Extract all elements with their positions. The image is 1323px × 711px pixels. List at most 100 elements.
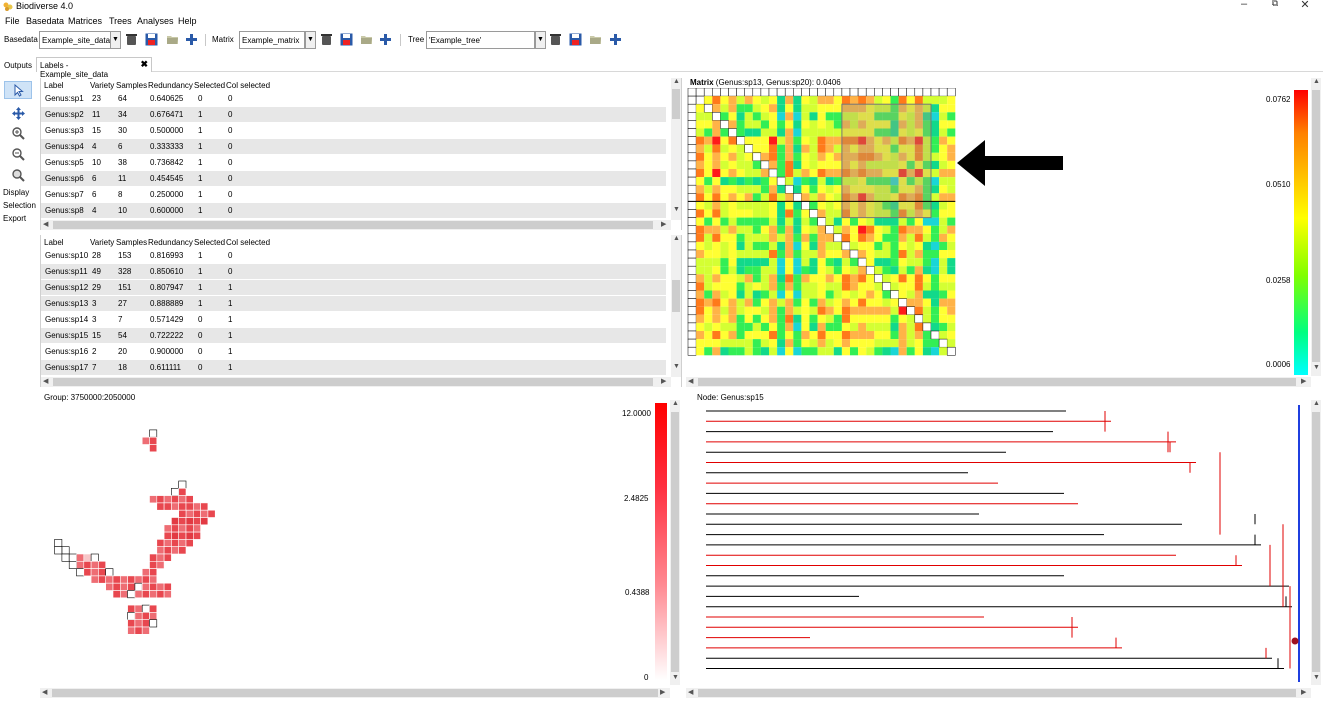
map-cell[interactable] [134,575,143,584]
dendrogram[interactable] [700,400,1305,685]
matrix-cell[interactable] [809,339,818,348]
map-vertical-scrollbar[interactable]: ▲ ▼ [670,400,680,685]
matrix-cell[interactable] [874,290,883,299]
matrix-cell[interactable] [776,176,786,186]
matrix-cell[interactable] [777,225,786,234]
matrix-cell[interactable] [817,225,826,234]
matrix-cell[interactable] [809,331,818,340]
matrix-cell[interactable] [947,331,956,340]
matrix-cell[interactable] [858,225,867,234]
matrix-cell[interactable] [809,322,818,331]
matrix-cell[interactable] [939,233,948,242]
matrix-cell[interactable] [890,290,899,299]
matrix-cell[interactable] [841,331,850,340]
matrix-cell[interactable] [914,274,923,283]
matrix-cell[interactable] [850,241,859,250]
matrix-cell[interactable] [809,282,818,291]
matrix-cell[interactable] [906,88,916,97]
matrix-cell[interactable] [728,128,737,137]
matrix-cell[interactable] [793,120,802,129]
matrix-cell[interactable] [865,88,875,97]
map-cell[interactable] [141,575,150,584]
matrix-cell[interactable] [777,274,786,283]
matrix-cell[interactable] [752,185,761,194]
matrix-cell[interactable] [704,322,713,331]
matrix-cell[interactable] [922,306,931,315]
matrix-cell[interactable] [801,339,810,348]
matrix-cell[interactable] [809,177,818,186]
matrix-cell[interactable] [728,209,737,218]
matrix-cell[interactable] [898,250,907,259]
matrix-cell[interactable] [801,104,810,113]
matrix-cell[interactable] [914,88,924,97]
matrix-cell[interactable] [947,96,956,105]
matrix-cell[interactable] [704,217,713,226]
matrix-cell[interactable] [752,144,761,153]
matrix-cell[interactable] [939,201,948,210]
matrix-cell[interactable] [833,266,842,275]
matrix-cell[interactable] [777,160,786,169]
matrix-cell[interactable] [793,258,802,267]
matrix-cell[interactable] [931,298,940,307]
matrix-cell[interactable] [760,250,769,259]
matrix-cell[interactable] [687,128,697,137]
matrix-cell[interactable] [744,331,753,340]
matrix-cell[interactable] [736,306,745,315]
matrix-cell[interactable] [841,241,851,251]
matrix-cell[interactable] [728,104,737,113]
matrix-cell[interactable] [736,185,745,194]
matrix-cell[interactable] [744,152,753,161]
matrix-cell[interactable] [769,290,778,299]
matrix-cell[interactable] [809,225,818,234]
map-cell[interactable] [112,590,121,599]
add-icon[interactable] [379,33,392,46]
matrix-cell[interactable] [825,306,834,315]
matrix-cell[interactable] [809,136,818,145]
table-row[interactable]: Genus:sp2 11 34 0.676471 1 0 [41,107,666,122]
matrix-cell[interactable] [939,128,948,137]
matrix-cell[interactable] [914,331,923,340]
matrix-cell[interactable] [744,96,753,105]
map-cell[interactable] [185,495,194,504]
matrix-cell[interactable] [947,112,956,121]
matrix-cell[interactable] [947,314,956,323]
matrix-cell[interactable] [939,225,948,234]
matrix-cell[interactable] [833,209,842,218]
matrix-cell[interactable] [858,322,867,331]
matrix-cell[interactable] [785,274,794,283]
matrix-cell[interactable] [793,250,802,259]
matrix-cell[interactable] [841,250,850,259]
matrix-cell[interactable] [793,144,802,153]
matrix-cell[interactable] [898,274,907,283]
matrix-cell[interactable] [696,274,705,283]
matrix-cell[interactable] [769,152,778,161]
matrix-cell[interactable] [760,177,769,186]
matrix-cell[interactable] [712,193,721,202]
matrix-cell[interactable] [850,347,859,356]
matrix-cell[interactable] [931,169,940,178]
matrix-cell[interactable] [890,274,899,283]
matrix-cell[interactable] [785,209,794,218]
matrix-cell[interactable] [696,160,705,169]
matrix-cell[interactable] [696,314,705,323]
matrix-cell[interactable] [777,322,786,331]
matrix-cell[interactable] [906,282,915,291]
matrix-cell[interactable] [744,160,753,169]
matrix-cell[interactable] [801,177,810,186]
matrix-cell[interactable] [833,322,842,331]
matrix-cell[interactable] [922,266,931,275]
matrix-cell[interactable] [850,314,859,323]
matrix-cell[interactable] [809,347,818,356]
matrix-cell[interactable] [736,250,745,259]
matrix-cell[interactable] [866,217,875,226]
matrix-cell[interactable] [687,290,697,299]
map-cell[interactable] [105,568,114,577]
map-cell[interactable] [185,517,194,526]
matrix-cell[interactable] [793,322,802,331]
matrix-cell[interactable] [720,306,729,315]
matrix-cell[interactable] [736,144,745,153]
matrix-cell[interactable] [906,96,915,105]
matrix-cell[interactable] [785,112,794,121]
matrix-cell[interactable] [931,193,940,202]
zoom-fit-button[interactable] [4,167,32,185]
